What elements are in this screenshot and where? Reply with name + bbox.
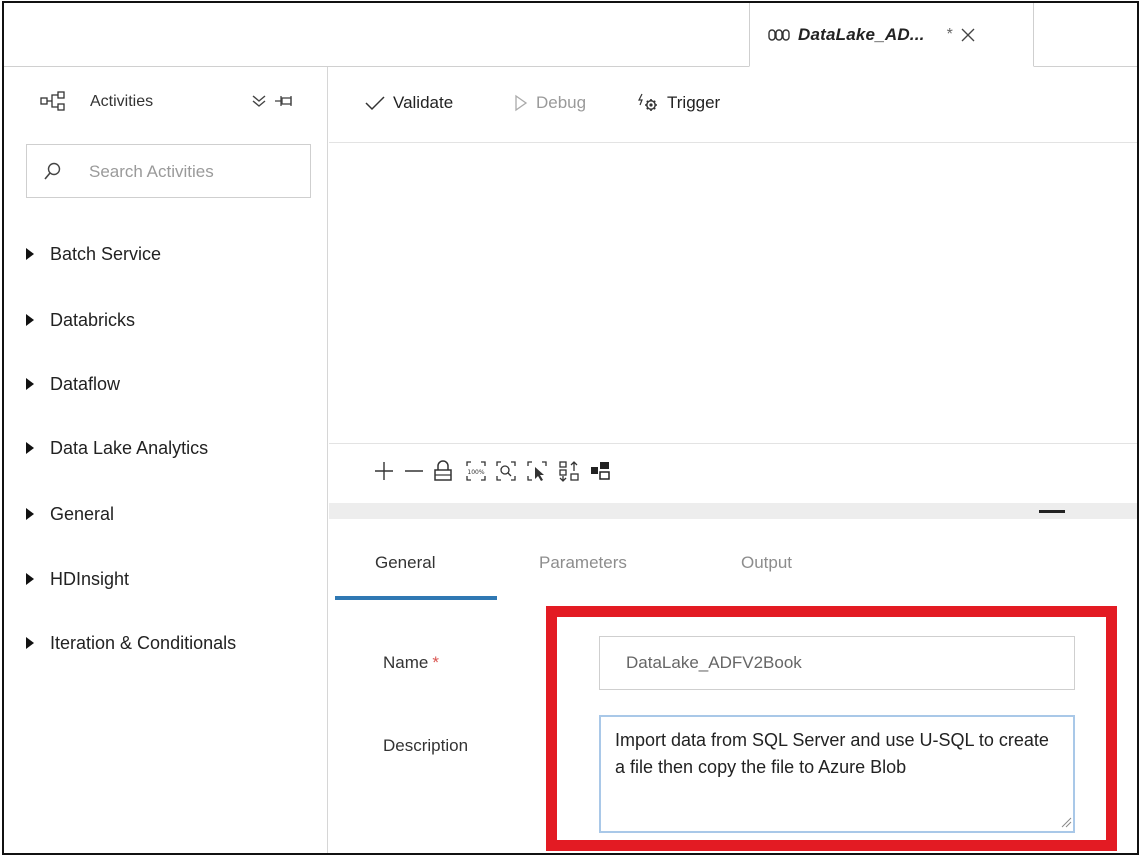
trigger-label: Trigger: [667, 93, 721, 112]
description-label: Description: [383, 736, 469, 755]
unsaved-marker: *: [946, 25, 953, 43]
validate-button[interactable]: Validate: [365, 93, 453, 113]
category-data-lake-analytics[interactable]: Data Lake Analytics: [26, 433, 208, 463]
expand-caret-icon: [26, 573, 34, 585]
category-label: Batch Service: [50, 243, 162, 264]
canvas-controls: 100%: [329, 443, 1137, 503]
category-dataflow[interactable]: Dataflow: [26, 369, 120, 399]
category-general[interactable]: General: [26, 499, 114, 529]
collapse-all-icon[interactable]: [251, 94, 267, 108]
checkmark-icon: [365, 96, 385, 111]
name-input[interactable]: [599, 636, 1075, 690]
category-label: Databricks: [50, 309, 136, 330]
properties-panel: General Parameters Output Name* Descript…: [329, 519, 1137, 853]
expand-caret-icon: [26, 314, 34, 326]
close-icon[interactable]: [959, 26, 977, 44]
category-label: Data Lake Analytics: [50, 437, 209, 458]
play-icon: [515, 94, 528, 112]
expand-caret-icon: [26, 508, 34, 520]
active-tab-indicator: [335, 596, 497, 600]
category-iteration-conditionals[interactable]: Iteration & Conditionals: [26, 628, 236, 658]
expand-caret-icon: [26, 378, 34, 390]
search-activities[interactable]: [26, 144, 311, 198]
tab-general[interactable]: General: [375, 553, 435, 573]
zoom-to-fit-icon[interactable]: [495, 460, 517, 482]
name-label-text: Name: [383, 653, 429, 672]
resize-grip-icon[interactable]: [1060, 816, 1072, 828]
search-input[interactable]: [89, 157, 299, 187]
auto-align-icon[interactable]: [558, 460, 580, 482]
activities-icon: [40, 91, 65, 111]
pin-icon[interactable]: [274, 95, 294, 107]
zoom-out-icon[interactable]: [403, 460, 425, 482]
tab-parameters[interactable]: Parameters: [539, 553, 627, 573]
category-label: General: [50, 503, 115, 524]
expand-caret-icon: [26, 637, 34, 649]
trigger-gear-icon: [638, 93, 657, 111]
properties-tabs: General Parameters Output: [329, 519, 1137, 601]
svg-text:100%: 100%: [467, 469, 484, 476]
panel-splitter[interactable]: [329, 503, 1137, 519]
debug-label: Debug: [536, 93, 587, 112]
category-label: Iteration & Conditionals: [50, 632, 237, 653]
pipeline-toolbar: Validate Debug Trigger: [329, 67, 1137, 143]
lock-icon[interactable]: [432, 460, 454, 482]
category-batch-service[interactable]: Batch Service: [26, 239, 161, 269]
tab-pipeline[interactable]: DataLake_AD... *: [749, 3, 1034, 67]
select-icon[interactable]: [526, 460, 548, 482]
trigger-button[interactable]: Trigger: [637, 93, 720, 113]
layout-icon[interactable]: [589, 460, 611, 482]
activities-sidebar: Activities Batch Service Datab: [4, 67, 328, 853]
description-textarea[interactable]: Import data from SQL Server and use U-SQ…: [599, 715, 1075, 833]
required-marker: *: [432, 653, 439, 672]
debug-button[interactable]: Debug: [514, 93, 586, 113]
pipeline-icon: [768, 28, 790, 41]
minimize-icon[interactable]: [1039, 510, 1065, 513]
activities-label: Activities: [90, 93, 154, 110]
category-label: HDInsight: [50, 568, 130, 589]
zoom-100-icon[interactable]: 100%: [465, 460, 487, 482]
search-icon: [44, 162, 61, 180]
pipeline-canvas[interactable]: [329, 144, 1137, 442]
expand-caret-icon: [26, 442, 34, 454]
validate-label: Validate: [393, 93, 454, 112]
category-label: Dataflow: [50, 373, 121, 394]
zoom-in-icon[interactable]: [373, 460, 395, 482]
activities-header: Activities: [4, 67, 327, 139]
tab-output[interactable]: Output: [741, 553, 792, 573]
name-label: Name *: [383, 653, 439, 673]
app-window: DataLake_AD... * Activities Search Activ…: [2, 1, 1139, 855]
expand-caret-icon: [26, 248, 34, 260]
category-hdinsight[interactable]: HDInsight: [26, 564, 129, 594]
category-databricks[interactable]: Databricks: [26, 305, 135, 335]
tab-bar: DataLake_AD... *: [4, 3, 1137, 67]
tab-title: DataLake_AD...: [798, 24, 925, 44]
